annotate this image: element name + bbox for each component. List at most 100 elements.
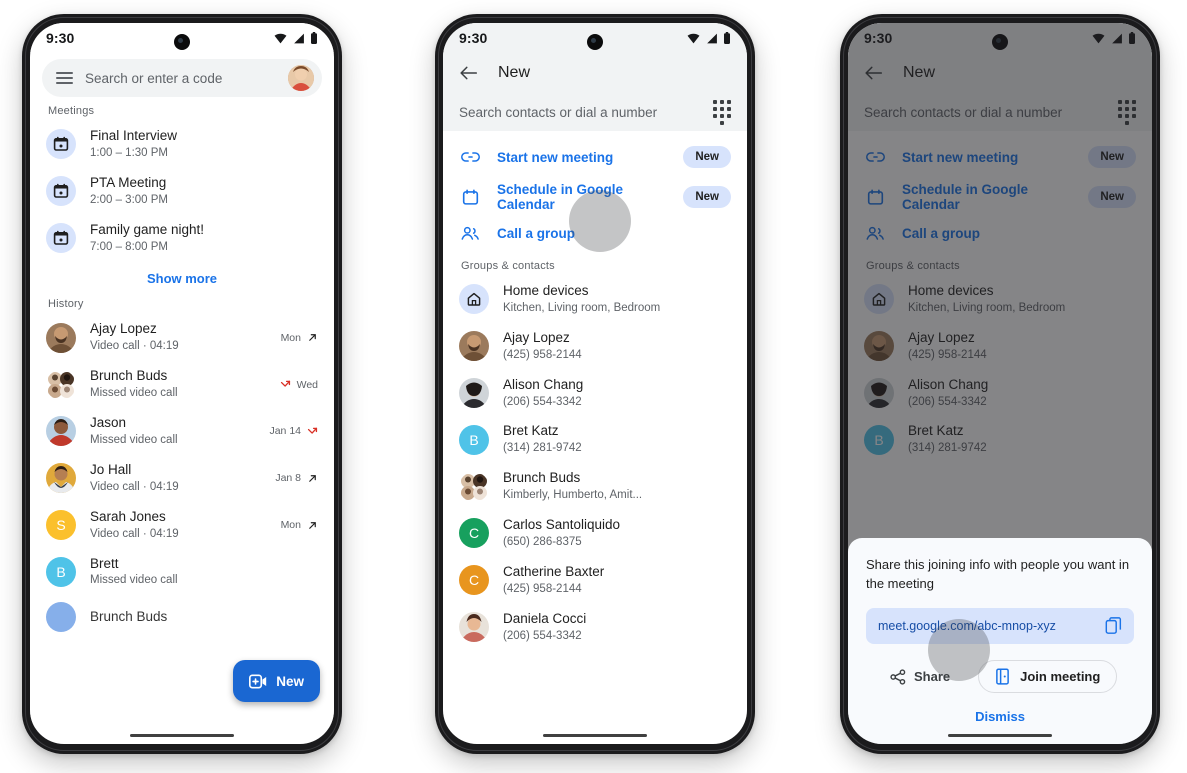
contact-search-field[interactable]: Search contacts or dial a number [443,93,747,131]
cellular-signal-icon [707,33,717,43]
history-row[interactable]: Brunch Buds [30,595,334,639]
action-start-new-meeting[interactable]: Start new meeting New [443,139,747,175]
page-title: New [498,64,531,81]
battery-icon [724,32,730,44]
wifi-icon [274,33,287,43]
action-schedule-in-google-calendar[interactable]: Schedule in Google Calendar New [443,175,747,219]
list-fade [30,702,334,728]
contact-detail: Kitchen, Living room, Bedroom [503,301,661,314]
contact-row[interactable]: Home devices Kitchen, Living room, Bedroo… [443,276,747,323]
user-avatar[interactable] [288,65,314,91]
contact-detail: (425) 958-2144 [503,582,582,595]
outgoing-call-arrow-icon [309,334,316,342]
meeting-row[interactable]: Family game night! 7:00 – 8:00 PM [30,215,334,262]
history-row[interactable]: Brunch Buds Missed video call Wed [30,361,334,408]
contact-detail: (206) 554-3342 [503,395,582,408]
avatar-letter: C [468,572,480,589]
history-section-label: History [48,298,84,311]
group-icon [459,226,481,241]
action-label: Call a group [497,226,576,241]
home-icon [459,284,489,315]
avatar-initial [46,602,76,633]
avatar-letter: C [468,525,480,542]
avatar [459,331,489,362]
contact-row[interactable]: C Catherine Baxter (425) 958-2144 [443,557,747,604]
hamburger-menu-icon[interactable] [56,72,73,84]
avatar-letter: B [56,563,66,580]
action-label: Schedule in Google Calendar [497,182,624,212]
show-more-button[interactable]: Show more [30,261,334,292]
history-detail: Video call · 04:19 [90,480,179,493]
history-date: Jan 8 [275,472,301,485]
dismiss-button[interactable]: Dismiss [866,693,1134,734]
contact-detail: Kimberly, Humberto, Amit... [503,489,643,502]
phone3-screen: 9:30 New Search contacts or dial a numbe… [848,23,1152,744]
history-meta: Mon [281,519,318,531]
history-row[interactable]: Ajay Lopez Video call · 04:19 Mon [30,314,334,361]
meeting-link-field[interactable]: meet.google.com/abc-mnop-xyz [866,608,1134,644]
history-name: Brett [90,555,119,571]
search-placeholder: Search contacts or dial a number [459,104,658,120]
missed-call-arrow-icon [280,380,290,387]
history-date: Mon [280,519,301,532]
avatar [46,416,76,447]
history-row[interactable]: Jo Hall Video call · 04:19 Jan 8 [30,455,334,502]
new-call-fab[interactable]: New [233,660,320,702]
avatar-letter: S [56,517,66,534]
history-name: Jason [90,415,127,431]
contact-name: Alison Chang [503,376,584,392]
contact-row[interactable]: Brunch Buds Kimberly, Humberto, Amit... [443,463,747,510]
dialog-message: Share this joining info with people you … [866,557,1130,592]
contact-detail: (425) 958-2144 [503,348,582,361]
contact-row[interactable]: Ajay Lopez (425) 958-2144 [443,323,747,370]
dialpad-icon[interactable] [713,99,731,125]
phone-device-1: 9:30 Search or enter a code Meetings Fin… [22,14,342,754]
history-row[interactable]: S Sarah Jones Video call · 04:19 Mon [30,502,334,549]
home-indicator [948,734,1052,737]
meeting-row[interactable]: Final Interview 1:00 – 1:30 PM [30,121,334,168]
history-detail: Missed video call [90,387,178,400]
history-detail: Missed video call [90,433,178,446]
share-joining-info-dialog: Share this joining info with people you … [848,538,1152,744]
missed-call-arrow-icon [307,427,318,434]
status-icons [687,32,731,44]
history-name: Brunch Buds [90,368,168,384]
history-row[interactable]: B Brett Missed video call [30,549,334,596]
back-arrow-icon[interactable] [459,65,478,81]
meeting-title: PTA Meeting [90,174,167,190]
contact-name: Daniela Cocci [503,610,587,626]
join-meeting-button[interactable]: Join meeting [978,660,1118,693]
contact-name: Carlos Santoliquido [503,517,621,533]
action-call-a-group[interactable]: Call a group [443,219,747,248]
search-bar[interactable]: Search or enter a code [42,59,322,97]
history-meta: Jan 14 [269,425,318,437]
contact-row[interactable]: B Bret Katz (314) 281-9742 [443,416,747,463]
contact-row[interactable]: Daniela Cocci (206) 554-3342 [443,604,747,651]
share-button[interactable]: Share [880,663,960,691]
avatar-group [46,370,76,400]
status-icons [274,32,318,44]
status-time: 9:30 [459,30,488,46]
search-input[interactable]: Search or enter a code [85,71,276,86]
history-detail: Video call · 04:19 [90,340,179,353]
fab-label: New [276,673,304,689]
avatar [46,463,76,494]
new-badge: New [683,146,731,168]
contact-name: Brunch Buds [503,470,581,486]
share-button-label: Share [914,669,951,684]
phone2-screen: 9:30 New Search contacts or dial a numbe… [443,23,747,744]
avatar-initial: C [459,518,489,549]
history-name: Jo Hall [90,461,132,477]
cellular-signal-icon [294,33,304,43]
history-list: Ajay Lopez Video call · 04:19 Mon Brunch … [30,314,334,639]
contact-row[interactable]: C Carlos Santoliquido (650) 286-8375 [443,510,747,557]
avatar-initial: B [459,424,489,455]
copy-icon[interactable] [1105,617,1122,635]
meeting-row[interactable]: PTA Meeting 2:00 – 3:00 PM [30,168,334,215]
avatar-letter: B [469,431,479,448]
history-name: Sarah Jones [90,508,166,524]
history-row[interactable]: Jason Missed video call Jan 14 [30,408,334,455]
history-name: Ajay Lopez [90,321,157,337]
history-detail: Video call · 04:19 [90,527,179,540]
contact-row[interactable]: Alison Chang (206) 554-3342 [443,370,747,417]
